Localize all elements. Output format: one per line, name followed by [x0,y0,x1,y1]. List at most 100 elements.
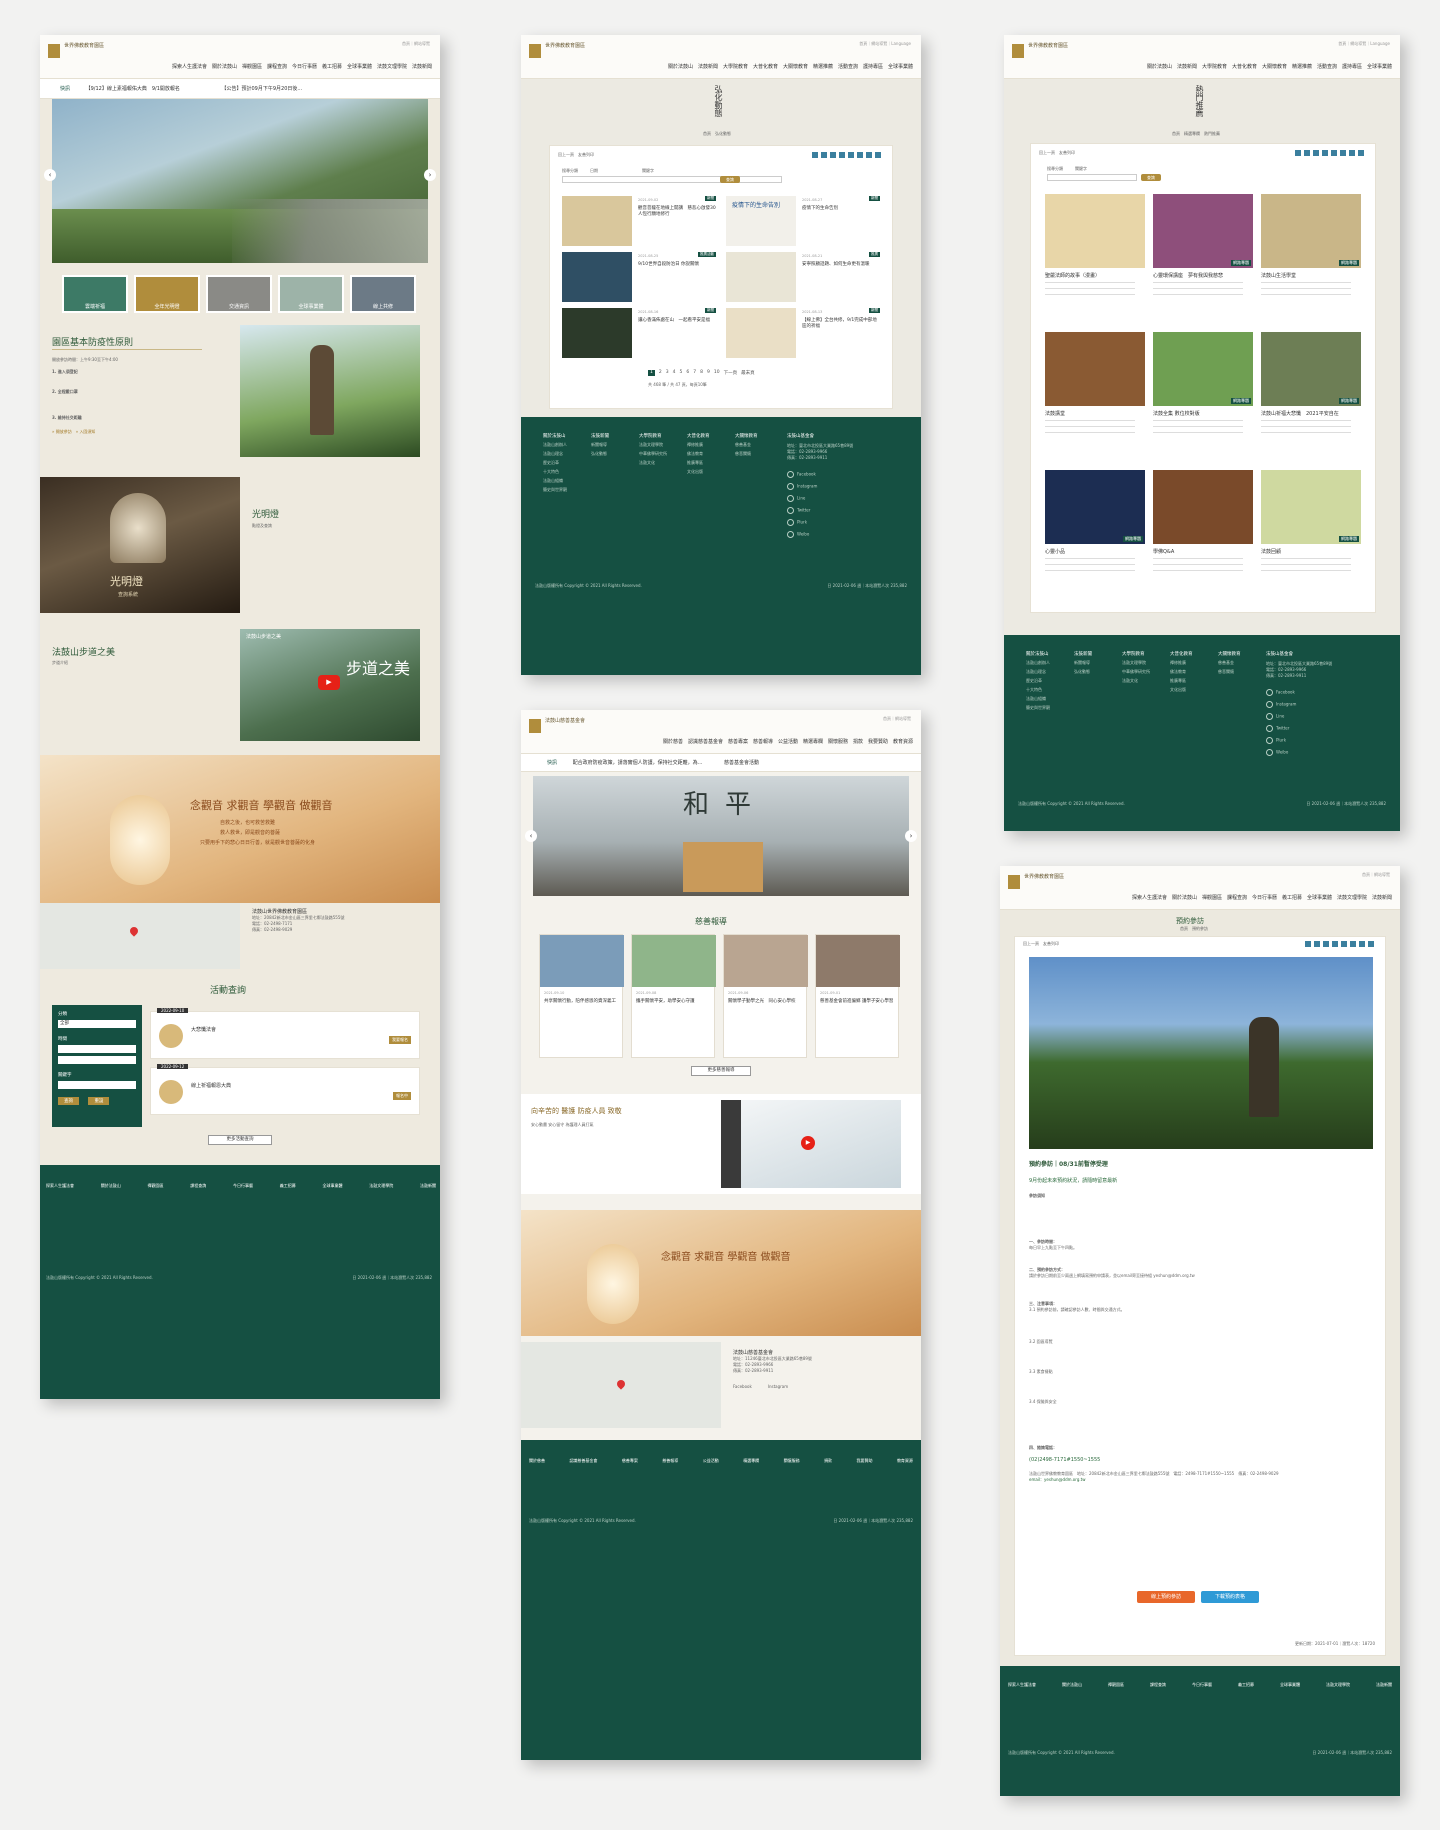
footer-link[interactable]: 今日行事曆 [1192,1682,1212,1688]
recommend-card[interactable]: 網路專題 法鼓全集 數位校對版 [1153,332,1253,462]
footer-link[interactable]: 法鼓文理學院 [369,1183,393,1189]
utility-links[interactable]: 首頁｜網站導覽｜Language [1338,41,1390,47]
quick-link-tile[interactable]: 雲端祈福 [62,275,128,313]
page-link[interactable]: 2 [659,370,662,376]
footer-link[interactable]: 法鼓山理念 [543,451,589,457]
play-icon[interactable]: ▶ [801,1136,815,1150]
footer-link[interactable]: 弘化動態 [1074,669,1120,675]
date-start-input[interactable] [58,1045,136,1053]
page-link[interactable]: 10 [714,370,720,376]
quick-link-tile[interactable]: 交通資訊 [206,275,272,313]
social-link[interactable]: Instagram [787,483,907,490]
main-nav[interactable]: 關於法鼓山 法鼓新聞 大學院教育 大普化教育 大關懷教育 精選推薦 活動查詢 護… [1147,63,1392,70]
page-link[interactable]: 下一頁 [724,370,738,376]
back-link[interactable]: 回上一頁 [558,152,574,157]
footer-link[interactable]: 新聞報導 [591,442,637,448]
download-form-button[interactable]: 下載預約表格 [1201,1591,1259,1603]
footer-link[interactable]: 十大特色 [1026,687,1072,693]
footer-link[interactable]: 法鼓山組織 [1026,696,1072,702]
footer-link[interactable]: 推廣專區 [1170,678,1216,684]
recommend-card[interactable]: 網路專題 心靈環保講座 夢有我與我慈悲 [1153,194,1253,324]
lamp-image[interactable]: 光明燈 查詢系統 [40,477,240,613]
page-link[interactable]: 9 [707,370,710,376]
news-item[interactable]: 2021-08-13 新聞 【線上佛】全台共修，9/1完成中部地區的祈福 [726,308,884,358]
page-link[interactable]: 6 [686,370,689,376]
map[interactable] [40,903,240,969]
footer-link[interactable]: 探索人生護法會 [1008,1682,1036,1688]
news-item[interactable]: 疫情下的生命告別 2021-08-27 新聞 疫情下的生命告別 [726,196,884,246]
news-ticker[interactable]: 快訊 配合政府防疫政策，請落實個人防護，保持社交距離，為... 慈善基金會活動 [521,754,921,772]
guanyin-banner[interactable]: 念觀音 求觀音 學觀音 做觀音 自救之後，也可救苦救難 救人救世，即是觀音的菩薩… [40,755,440,903]
share-icons[interactable] [1295,150,1365,156]
footer-link[interactable]: 法鼓文化 [1122,678,1168,684]
footer-link[interactable]: 法鼓文理學院 [639,442,685,448]
page-link[interactable]: 3 [666,370,669,376]
footer-link[interactable]: 關於慈善 [529,1458,545,1464]
pagination[interactable]: 1 2 3 4 5 6 7 8 9 10 下一頁 最末頁 [648,370,755,376]
footer-link[interactable]: 歷史沿革 [543,460,589,466]
footer-link[interactable]: 慈善報導 [662,1458,678,1464]
footer-link[interactable]: 法鼓新聞 [1376,1682,1392,1688]
quick-link-tile[interactable]: 全球事業體 [278,275,344,313]
carousel-next-icon[interactable]: › [424,169,436,181]
footer-link[interactable]: 文化出版 [687,469,733,475]
news-ticker[interactable]: 快訊 【9/12】線上素福報佑大典 9/1開放報名 【公告】預計09月下午9月2… [40,79,440,99]
print-link[interactable]: 友善列印 [1059,150,1075,155]
recommend-card[interactable]: 網路專題 法鼓山祈福大悲懺 2021平安自在 [1261,332,1361,462]
footer-link[interactable]: 義工招募 [1238,1682,1254,1688]
footer-link[interactable]: 禪修推廣 [1170,660,1216,666]
recommend-card[interactable]: 聖嚴法師的故事（漫畫） [1045,194,1145,324]
filter-row[interactable] [1047,174,1137,181]
email-link[interactable]: email：yeshun@ddm.org.tw [1029,1477,1373,1483]
social-link[interactable]: Plurk [1266,737,1386,744]
footer-link[interactable]: 義工招募 [280,1183,296,1189]
footer-link[interactable]: 課程查詢 [1150,1682,1166,1688]
report-card[interactable]: 2021-09-06 關懷學子勤學之光 同心安心學校 [723,934,808,1058]
social-link[interactable]: Weibo [1266,749,1386,756]
footer-link[interactable]: 法鼓山創辦人 [543,442,589,448]
category-select[interactable]: 全部 [58,1020,136,1028]
footer-link[interactable]: 佛法教育 [1170,669,1216,675]
recommend-card[interactable]: 學佛Q&A [1153,470,1253,600]
main-nav[interactable]: 關於法鼓山 法鼓新聞 大學院教育 大普化教育 大關懷教育 精選推薦 活動查詢 護… [668,63,913,70]
print-link[interactable]: 友善列印 [578,152,594,157]
page-link[interactable]: 4 [673,370,676,376]
logo-icon[interactable] [1012,44,1024,58]
social-link[interactable]: Twitter [787,507,907,514]
footer-link[interactable]: 精選專欄 [743,1458,759,1464]
logo-icon[interactable] [529,719,541,733]
page-link[interactable]: 最末頁 [741,370,755,376]
footer-link[interactable]: 簡史與世界觀 [1026,705,1072,711]
search-button[interactable]: 查詢 [58,1097,79,1105]
footer-link[interactable]: 法鼓文化 [639,460,685,466]
event-card[interactable]: 2022-09-10 大悲懺法會 我要報名 [150,1008,420,1059]
ticker-item[interactable]: 【公告】預計09月下午9月20日後... [221,86,302,92]
news-item[interactable]: 2021-09-02 新聞 觀音菩薩在地線上開講 慈悲心啟發30人恆行願地修行 [562,196,720,246]
footer-link[interactable]: 法鼓山組織 [543,478,589,484]
carousel-prev-icon[interactable]: ‹ [525,830,537,842]
event-register-button[interactable]: 我要報名 [389,1036,411,1044]
quick-link-tile[interactable]: 全年光明燈 [134,275,200,313]
footer-link[interactable]: 慈悲關懷 [735,451,781,457]
social-link[interactable]: Plurk [787,519,907,526]
page-link[interactable]: 7 [693,370,696,376]
entry-rules-link[interactable]: » 入園須知 [76,429,96,434]
recommend-card[interactable]: 網路專題 法鼓山生活學堂 [1261,194,1361,324]
search-button[interactable]: 查詢 [1141,174,1161,181]
footer-link[interactable]: 法鼓山理念 [1026,669,1072,675]
report-card[interactable]: 2021-09-10 共享關懷行動，陪伴感恩的資深義工 [539,934,624,1058]
footer-link[interactable]: 法鼓文理學院 [1326,1682,1350,1688]
footer-link[interactable]: 捐款 [824,1458,832,1464]
hero-carousel[interactable]: 和平 ‹ › [525,776,917,896]
news-item[interactable]: 2021-08-16 新聞 讓心香滿佈處在山 一起看平安是福 [562,308,720,358]
footer-link[interactable]: 歷史沿革 [1026,678,1072,684]
social-link[interactable]: Facebook [1266,689,1386,696]
footer-link[interactable]: 佛法教育 [687,451,733,457]
footer-link[interactable]: 我要贊助 [857,1458,873,1464]
social-link[interactable]: Facebook [787,471,907,478]
recommend-card[interactable]: 網路專題 法鼓回顧 [1261,470,1361,600]
breadcrumb[interactable]: 首頁 弘化動態 [703,131,731,137]
hero-carousel[interactable]: ‹ › [44,99,436,263]
reset-button[interactable]: 重設 [88,1097,110,1105]
print-link[interactable]: 友善列印 [1043,941,1059,946]
